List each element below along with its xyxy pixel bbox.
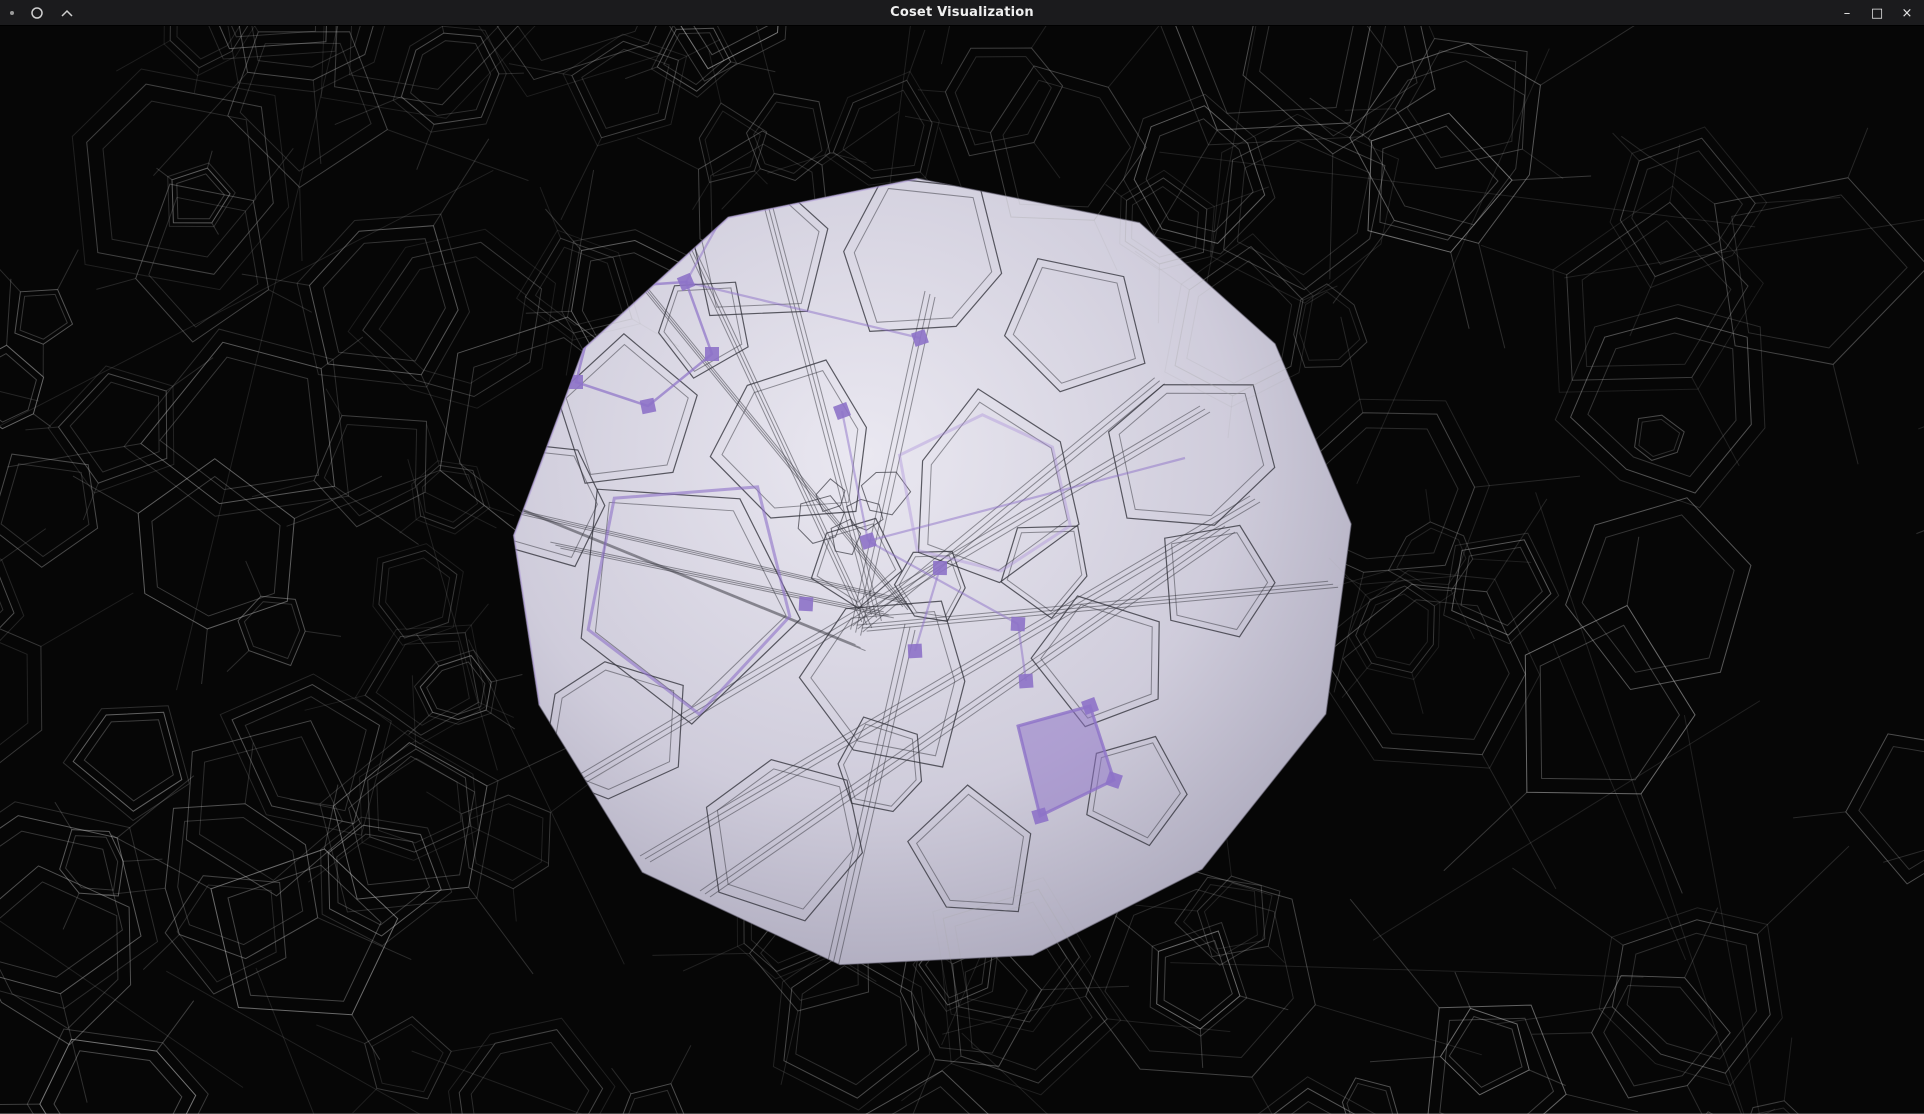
titlebar-left-icons bbox=[10, 0, 74, 26]
app-window: Coset Visualization – □ × bbox=[0, 0, 1924, 1114]
caret-up-icon[interactable] bbox=[60, 8, 74, 18]
close-button[interactable]: × bbox=[1894, 2, 1920, 24]
window-title: Coset Visualization bbox=[0, 5, 1924, 20]
scene-svg bbox=[0, 26, 1924, 1114]
minimize-button[interactable]: – bbox=[1834, 2, 1860, 24]
window-controls: – □ × bbox=[1834, 0, 1920, 26]
titlebar: Coset Visualization – □ × bbox=[0, 0, 1924, 26]
coset-sphere bbox=[513, 178, 1351, 964]
maximize-button[interactable]: □ bbox=[1864, 2, 1890, 24]
visualization-canvas[interactable] bbox=[0, 26, 1924, 1114]
circle-icon[interactable] bbox=[30, 6, 44, 20]
status-dot-icon bbox=[10, 11, 14, 15]
